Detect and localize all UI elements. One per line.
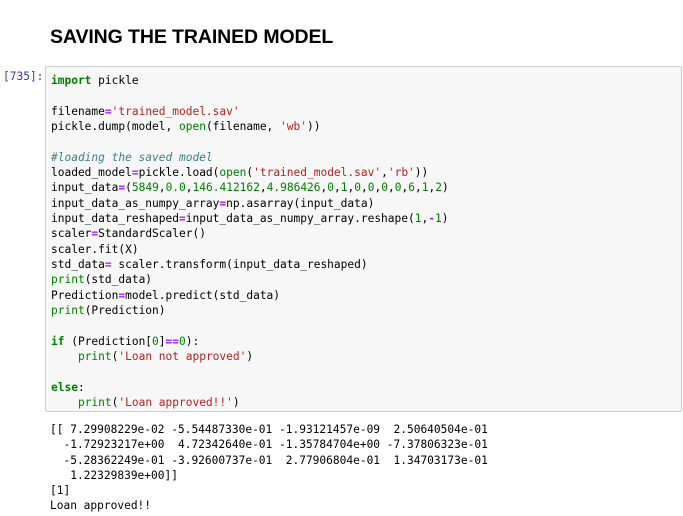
code-line: loaded_model=pickle.load(open('trained_m… xyxy=(51,165,429,179)
output-line: -5.28362249e-01 -3.92600737e-01 2.779068… xyxy=(50,453,488,467)
output-line: [1] xyxy=(50,484,71,498)
output-line: [[ 7.29908229e-02 -5.54487330e-01 -1.931… xyxy=(50,423,488,436)
code-line: input_data=(5849,0.0,146.412162,4.986426… xyxy=(51,181,449,195)
code-line: input_data_as_numpy_array=np.asarray(inp… xyxy=(51,196,375,210)
code-line: filename='trained_model.sav' xyxy=(51,104,240,118)
code-line: print('Loan not approved') xyxy=(77,349,254,363)
code-cell-editor[interactable]: import pickle filename='trained_model.sa… xyxy=(45,66,682,412)
code-line: pickle.dump(model, open(filename, 'wb')) xyxy=(51,119,321,133)
code-line: std_data= scaler.transform(input_data_re… xyxy=(51,257,368,271)
code-line: input_data_reshaped=input_data_as_numpy_… xyxy=(51,211,449,225)
code-line: else: xyxy=(51,380,85,394)
output-line: -1.72923217e+00 4.72342640e-01 -1.357847… xyxy=(50,438,488,452)
code-line: #loading the saved model xyxy=(51,150,213,164)
output-line: Loan approved!! xyxy=(50,499,152,513)
cell-prompt: [735]: xyxy=(3,70,44,83)
cell-output: [[ 7.29908229e-02 -5.54487330e-01 -1.931… xyxy=(50,422,488,514)
output-line: 1.22329839e+00]] xyxy=(50,468,178,482)
code-line: print(std_data) xyxy=(51,273,153,287)
section-heading: SAVING THE TRAINED MODEL xyxy=(50,26,334,48)
code-line: scaler=StandardScaler() xyxy=(51,227,206,241)
code-line: Prediction=model.predict(std_data) xyxy=(51,288,281,302)
code-line: print(Prediction) xyxy=(51,303,166,317)
code-line: import pickle xyxy=(51,74,139,87)
code-line: print('Loan approved!!') xyxy=(77,395,240,409)
code-line: scaler.fit(X) xyxy=(51,242,139,256)
code-line: if (Prediction[0]==0): xyxy=(51,334,200,348)
